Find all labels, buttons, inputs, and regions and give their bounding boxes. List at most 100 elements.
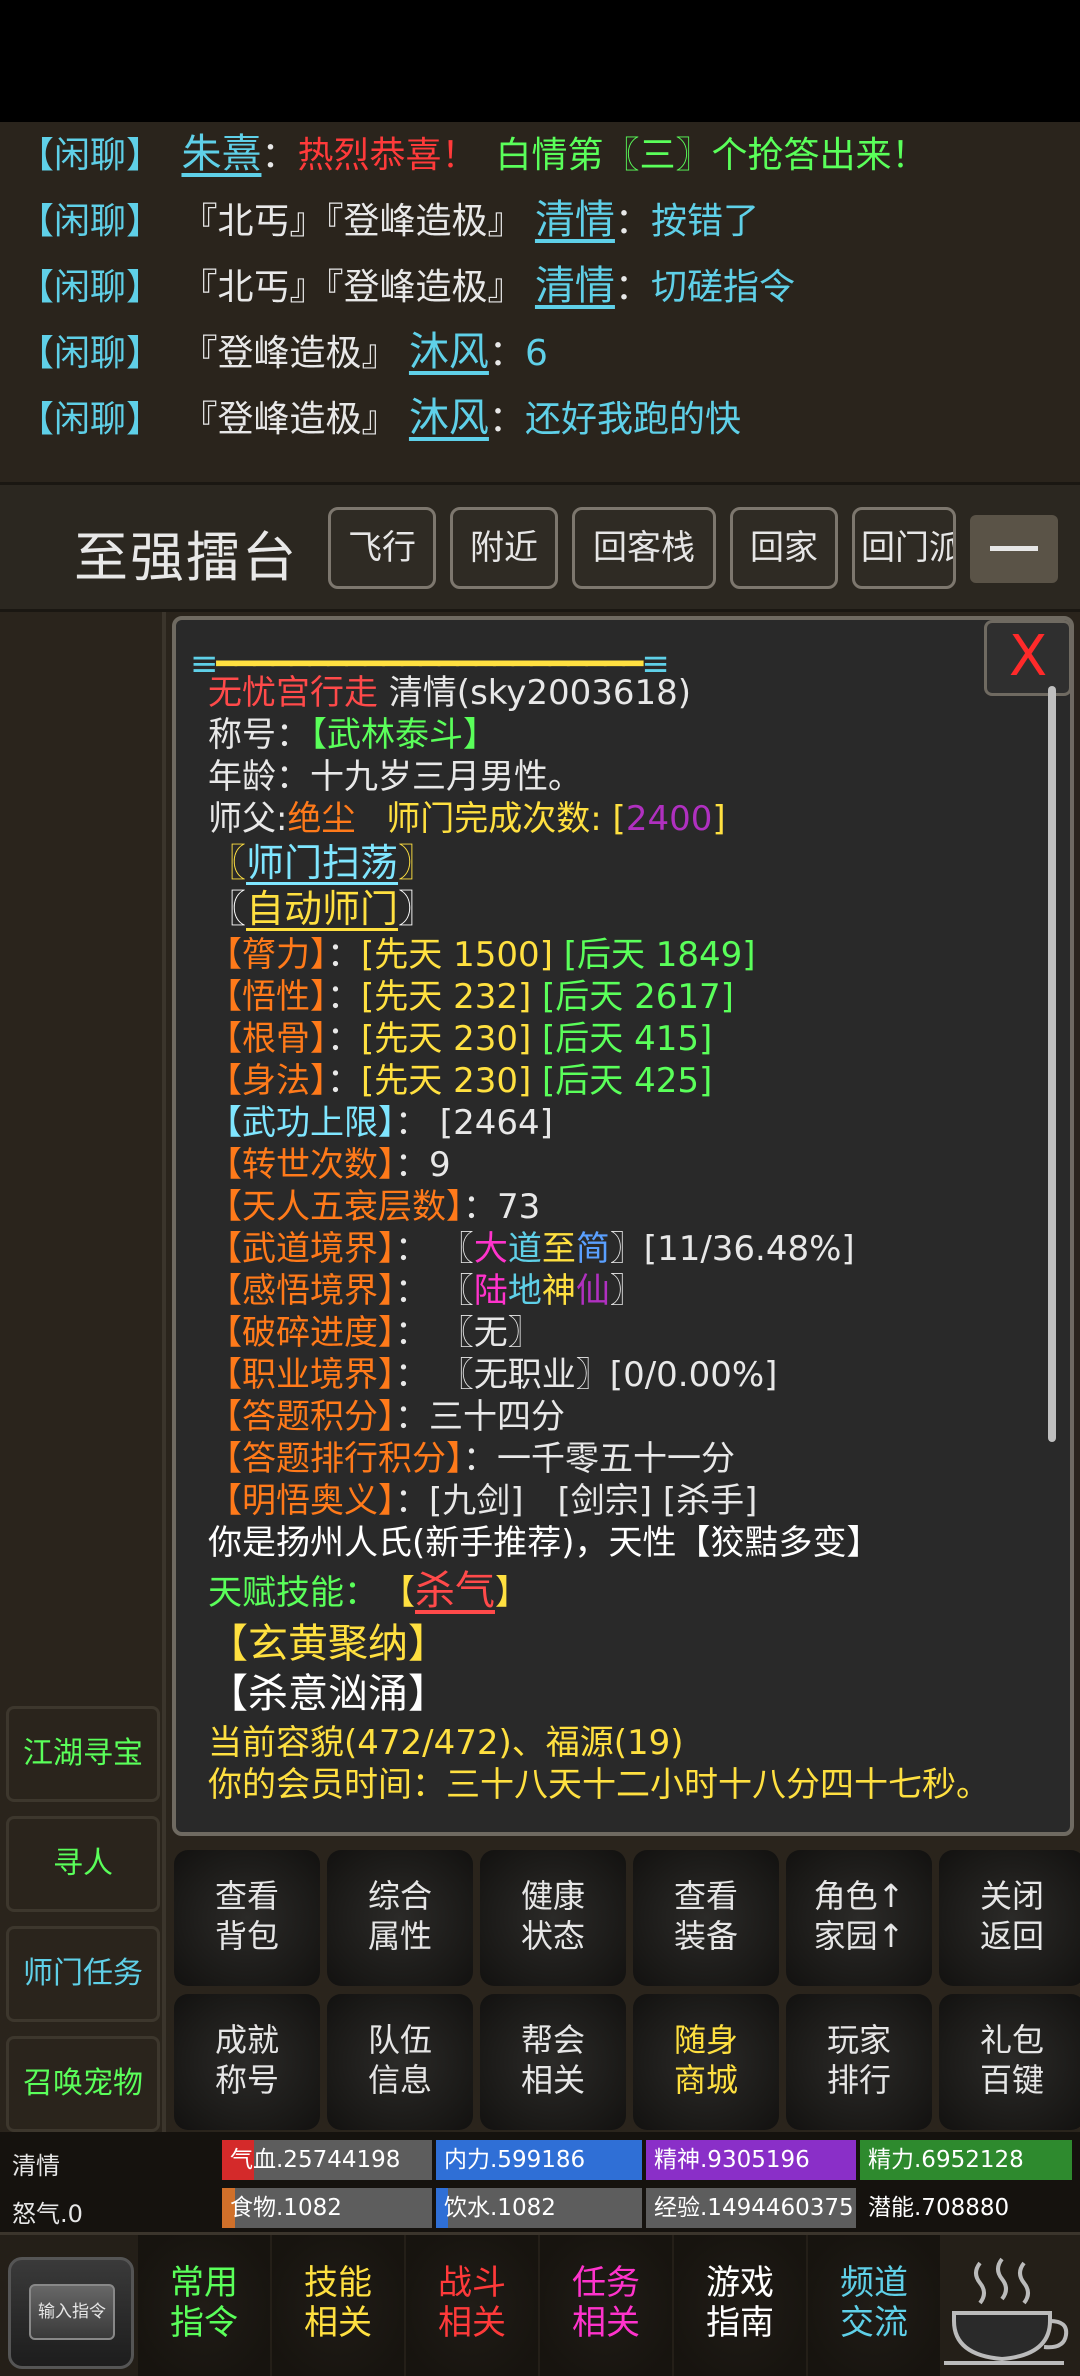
return-sect-button[interactable]: 回门派: [852, 507, 956, 589]
chat-nick-link[interactable]: 清情: [535, 188, 615, 252]
location-header: 至强擂台 飞行 附近 回客栈 回家 回门派: [0, 482, 1080, 612]
side-button-label: 寻人: [53, 1846, 113, 1881]
attr-strength: 【膂力】：[先天 1500] [后天 1849]: [208, 934, 756, 976]
ganwu-char: 仙: [575, 1271, 610, 1311]
attr-colon: ：: [327, 935, 361, 975]
attr-base: [先天 232]: [361, 977, 532, 1017]
btn-line2: 家园↑: [813, 1917, 905, 1955]
talent-skill-link[interactable]: 杀气: [415, 1568, 495, 1614]
dati-rank-line: 【答题排行积分】：一千零五十一分: [208, 1438, 735, 1480]
ganwu-label: 【感悟境界】: [208, 1271, 395, 1311]
btn-line1: 帮会: [520, 2021, 585, 2059]
ganwu-post: 〗: [609, 1271, 644, 1311]
nav-line1: 战斗: [438, 2263, 506, 2303]
player-name: 清情(sky2003618): [388, 673, 692, 713]
chat-colon: ：: [614, 267, 651, 308]
nav-combat[interactable]: 战斗 相关: [406, 2235, 538, 2376]
chat-nick-link[interactable]: 沐风: [409, 386, 489, 450]
view-bag-button[interactable]: 查看 背包: [174, 1850, 320, 1986]
btn-line1: 关闭: [979, 1877, 1044, 1915]
bar-label: 精力.6952128: [868, 2147, 1024, 2173]
chat-nick-link[interactable]: 朱熹: [181, 122, 261, 186]
nav-skills[interactable]: 技能 相关: [272, 2235, 404, 2376]
chat-line: 【闲聊】 『登峰造极』 沐风：6: [18, 320, 548, 384]
role-home-button[interactable]: 角色↑ 家园↑: [786, 1850, 932, 1986]
btn-line2: 商城: [673, 2061, 738, 2099]
auto-sect-label: 自动师门: [246, 887, 399, 931]
nav-line2: 相关: [438, 2303, 506, 2343]
age-line: 年龄：十九岁三月男性。: [208, 757, 582, 797]
nav-channels[interactable]: 频道 交流: [808, 2235, 940, 2376]
btn-line1: 队伍: [367, 2021, 432, 2059]
master-line: 师父:绝尘 师门完成次数: [2400]: [208, 798, 726, 840]
side-button-label: 召唤宠物: [23, 2066, 143, 2101]
command-input-button[interactable]: 输入指令: [8, 2257, 134, 2369]
attr-base: [先天 1500]: [361, 935, 553, 975]
zhiye-value: ： 〖无职业〗[0/0.00%]: [395, 1355, 778, 1395]
return-home-button[interactable]: 回家: [730, 507, 838, 589]
nav-line2: 交流: [840, 2303, 908, 2343]
attr-agility: 【身法】：[先天 230] [后天 425]: [208, 1060, 712, 1102]
ganwu-line: 【感悟境界】： 〖陆地神仙〗: [208, 1270, 644, 1312]
talent-label: 天赋技能：: [208, 1573, 378, 1613]
nav-guide[interactable]: 游戏 指南: [674, 2235, 806, 2376]
nearby-button[interactable]: 附近: [450, 507, 558, 589]
dati-rank-value: ：一千零五十一分: [463, 1439, 735, 1479]
gift-button[interactable]: 礼包 百键: [939, 1994, 1080, 2130]
health-button[interactable]: 健康 状态: [480, 1850, 626, 1986]
summon-pet-button[interactable]: 召唤宠物: [6, 2036, 160, 2132]
ranking-button[interactable]: 玩家 排行: [786, 1994, 932, 2130]
title-value: 【武林泰斗】: [310, 715, 497, 755]
wudao-line: 【武道境界】： 〖大道至简〗[11/36.48%]: [208, 1228, 855, 1270]
attributes-button[interactable]: 综合 属性: [327, 1850, 473, 1986]
mingwu-label: 【明悟奥义】: [208, 1481, 395, 1521]
collapse-button[interactable]: [970, 515, 1058, 583]
wugong-limit-value: ： [2464]: [395, 1103, 553, 1143]
teacup-icon[interactable]: [940, 2255, 1070, 2371]
auto-sect-link[interactable]: 〖自动师门〗: [208, 888, 436, 930]
achievement-button[interactable]: 成就 称号: [174, 1994, 320, 2130]
chat-channel-tag: 【闲聊】: [18, 201, 163, 242]
nav-line2: 指南: [706, 2303, 774, 2343]
attr-acquired: [后天 1849]: [563, 935, 756, 975]
chat-colon: ：: [488, 399, 525, 440]
side-button-label: 江湖寻宝: [23, 1736, 143, 1771]
close-return-button[interactable]: 关闭 返回: [939, 1850, 1080, 1986]
btn-line2: 百键: [979, 2061, 1044, 2099]
master-name: 绝尘: [287, 799, 356, 839]
zhiye-line: 【职业境界】： 〖无职业〗[0/0.00%]: [208, 1354, 777, 1396]
attr-colon: ：: [327, 1061, 361, 1101]
chat-nick-link[interactable]: 沐风: [409, 320, 489, 384]
spirit-bar: 精神.9305196: [646, 2140, 856, 2180]
skill-xuanhuang: 【玄黄聚纳】: [208, 1621, 448, 1667]
scrollbar[interactable]: [1048, 686, 1056, 1442]
chat-title: 『北丐』『登峰造极』: [181, 267, 524, 308]
close-button[interactable]: X: [984, 620, 1070, 696]
command-input-label: 输入指令: [29, 2284, 115, 2340]
ganwu-char: 地: [507, 1271, 542, 1311]
shop-button[interactable]: 随身 商城: [633, 1994, 779, 2130]
potential-bar: 潜能.708880: [860, 2188, 1072, 2228]
food-bar: 食物.1082: [222, 2188, 432, 2228]
team-button[interactable]: 队伍 信息: [327, 1994, 473, 2130]
sect-rank: 无忧宫行走: [208, 673, 378, 713]
chat-log[interactable]: 【闲聊】 朱熹：热烈恭喜！ 白情第〖三〗个抢答出来！ 【闲聊】 『北丐』『登峰造极…: [0, 122, 1080, 482]
nav-line1: 频道: [840, 2263, 908, 2303]
fly-button[interactable]: 飞行: [328, 507, 436, 589]
nav-common-commands[interactable]: 常用 指令: [138, 2235, 270, 2376]
guild-button[interactable]: 帮会 相关: [480, 1994, 626, 2130]
sect-sweep-link[interactable]: 〖师门扫荡〗: [208, 842, 436, 884]
treasure-hunt-button[interactable]: 江湖寻宝: [6, 1706, 160, 1802]
chat-nick-link[interactable]: 清情: [535, 254, 615, 318]
title-label: 称号：: [208, 715, 310, 755]
character-info-panel[interactable]: ≡━━━━━━━━━━━━━━━━━━━━━━━≡ X 无忧宫行走 清情(sky…: [172, 616, 1074, 1836]
sect-count-label: 师门完成次数: [: [386, 799, 626, 839]
chat-colon: ：: [488, 333, 525, 374]
equipment-button[interactable]: 查看 装备: [633, 1850, 779, 1986]
return-inn-button[interactable]: 回客栈: [572, 507, 716, 589]
nav-line1: 游戏: [706, 2263, 774, 2303]
find-person-button[interactable]: 寻人: [6, 1816, 160, 1912]
sect-task-button[interactable]: 师门任务: [6, 1926, 160, 2022]
mingwu-line: 【明悟奥义】：[九剑] [剑宗] [杀手]: [208, 1480, 757, 1522]
nav-quests[interactable]: 任务 相关: [540, 2235, 672, 2376]
